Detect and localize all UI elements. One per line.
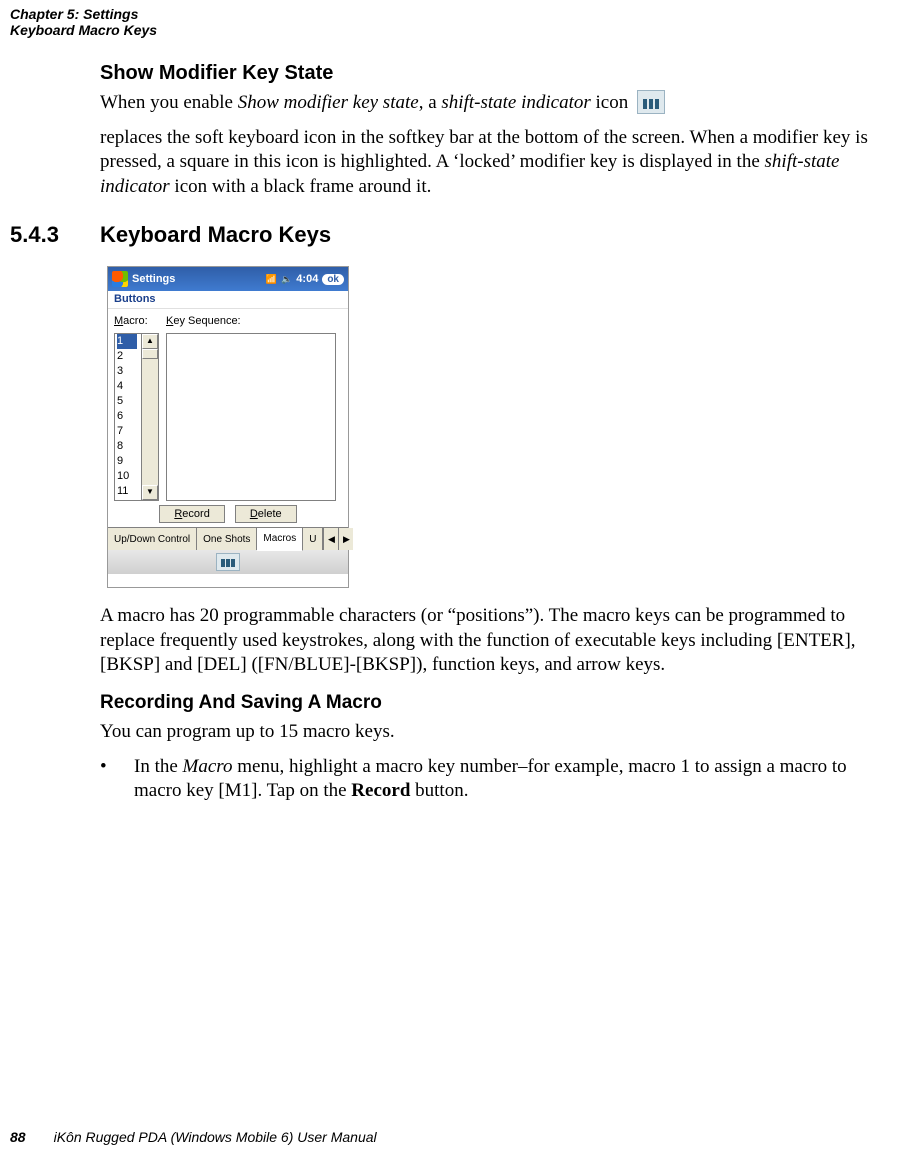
page-footer: 88 iKôn Rugged PDA (Windows Mobile 6) Use… [10,1129,377,1145]
heading-recording: Recording And Saving A Macro [100,692,895,714]
tab-scroll-left-icon[interactable]: ◀ [323,528,338,550]
text: , a [419,92,442,113]
list-item[interactable]: 11 [117,485,128,497]
text-bold: Record [351,780,410,801]
list-item[interactable]: 10 [117,470,129,482]
text: When you enable [100,92,238,113]
wm-time: 4:04 [296,273,318,285]
scroll-down-icon[interactable]: ▼ [142,485,158,500]
signal-icon: 📶 [266,274,277,285]
list-item[interactable]: 5 [117,395,123,407]
wm-softkey-bar [108,550,348,574]
page-number: 88 [10,1129,26,1145]
list-item[interactable]: 1 [117,334,137,349]
text: ecord [182,508,210,520]
delete-button[interactable]: Delete [235,505,297,523]
tab-scroll-right-icon[interactable]: ▶ [338,528,353,550]
bullet-marker: • [100,755,134,804]
text-italic: Macro [183,756,233,777]
ok-button[interactable]: ok [322,274,344,285]
tab-macros[interactable]: Macros [257,528,303,551]
key-sequence-box[interactable] [166,333,336,501]
text: acro: [123,315,147,327]
text-italic: shift-state indicator [441,92,590,113]
list-item[interactable]: 6 [117,410,123,422]
list-item[interactable]: 8 [117,440,123,452]
device-screenshot: Settings 📶 🔈 4:04 ok Buttons Macro: Key … [107,266,349,588]
tab-updown-control[interactable]: Up/Down Control [108,528,197,550]
wm-topbar: Settings 📶 🔈 4:04 ok [108,267,348,291]
windows-logo-icon [112,271,128,287]
show-modifier-p2: replaces the soft keyboard icon in the s… [100,126,890,200]
text: icon with a black frame around it. [170,176,432,197]
list-item[interactable]: 4 [117,380,123,392]
heading-show-modifier: Show Modifier Key State [100,62,890,85]
show-modifier-p1: When you enable Show modifier key state,… [100,91,890,116]
section-title: Keyboard Macro Keys [100,222,331,248]
volume-icon: 🔈 [281,274,292,285]
mnemonic: M [114,315,123,327]
list-item[interactable]: 3 [117,365,123,377]
list-item[interactable]: 7 [117,425,123,437]
scroll-up-icon[interactable]: ▲ [142,334,158,349]
header-chapter: Chapter 5: Settings [10,6,138,22]
text: button. [410,780,468,801]
text: ey Sequence: [173,315,240,327]
text: replaces the soft keyboard icon in the s… [100,127,868,173]
wm-tabbar: Up/Down Control One Shots Macros U ◀ ▶ [108,527,348,550]
scrollbar[interactable]: ▲ ▼ [141,333,159,501]
tab-partial[interactable]: U [303,528,323,550]
record-button[interactable]: Record [159,505,224,523]
recording-p1: You can program up to 15 macro keys. [100,720,890,745]
wm-title: Settings [132,273,175,285]
text: elete [258,508,282,520]
keyboard-icon[interactable] [216,553,240,571]
bullet-item: • In the Macro menu, highlight a macro k… [100,755,890,804]
footer-title: iKôn Rugged PDA (Windows Mobile 6) User … [54,1129,377,1145]
shift-state-indicator-icon [637,90,665,114]
tab-one-shots[interactable]: One Shots [197,528,257,550]
list-item[interactable]: 9 [117,455,123,467]
label-key-sequence: Key Sequence: [166,315,241,327]
scroll-thumb[interactable] [142,349,158,359]
list-item[interactable]: 2 [117,350,123,362]
text: In the [134,756,183,777]
wm-subtitle: Buttons [108,291,348,309]
text: icon [591,92,633,113]
mnemonic: D [250,508,258,520]
macro-paragraph: A macro has 20 programmable characters (… [100,604,890,678]
section-number: 5.4.3 [10,222,59,248]
text-italic: Show modifier key state [238,92,419,113]
text: menu, highlight a macro key number–for e… [134,756,847,802]
macro-listbox[interactable]: 1 2 3 4 5 6 7 8 9 10 11 [114,333,144,501]
bullet-text: In the Macro menu, highlight a macro key… [134,755,890,804]
header-section: Keyboard Macro Keys [10,22,157,38]
label-macro: Macro: [114,315,148,327]
